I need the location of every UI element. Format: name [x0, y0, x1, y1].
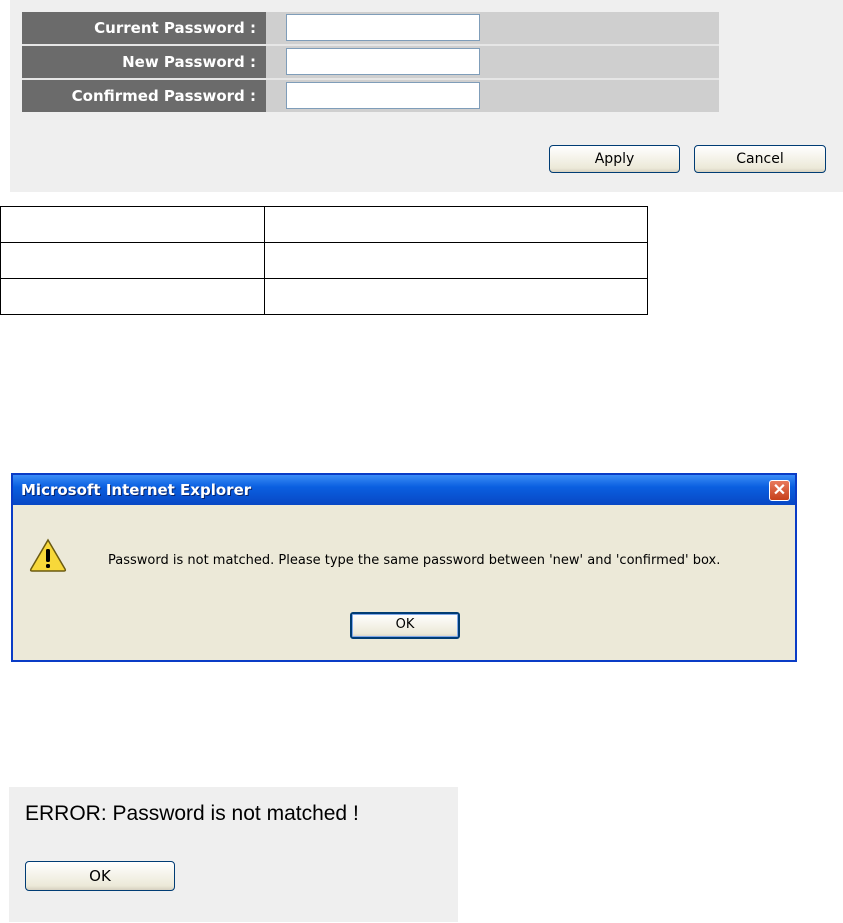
new-password-label: New Password :: [22, 46, 266, 78]
close-icon[interactable]: ✕: [769, 480, 790, 501]
new-password-input[interactable]: [286, 48, 480, 75]
current-password-input[interactable]: [286, 14, 480, 41]
table-cell: [0, 242, 265, 279]
password-panel: Current Password : New Password : Confir…: [10, 0, 843, 192]
table-row: [0, 206, 648, 243]
dialog-title-bar[interactable]: Microsoft Internet Explorer ✕: [13, 475, 795, 505]
current-password-label: Current Password :: [22, 12, 266, 44]
dialog-title: Microsoft Internet Explorer: [21, 481, 252, 499]
confirmed-password-input[interactable]: [286, 82, 480, 109]
dialog-message: Password is not matched. Please type the…: [108, 553, 721, 568]
error-ok-button[interactable]: OK: [25, 861, 175, 891]
warning-icon: [29, 538, 67, 572]
table-cell: [264, 206, 648, 243]
error-panel: ERROR: Password is not matched ! OK: [9, 787, 458, 922]
empty-table: [0, 206, 648, 315]
table-cell: [264, 242, 648, 279]
apply-button[interactable]: Apply: [549, 145, 680, 173]
new-password-row: New Password :: [22, 46, 719, 78]
table-row: [0, 242, 648, 279]
confirmed-password-row: Confirmed Password :: [22, 80, 719, 112]
current-password-row: Current Password :: [22, 12, 719, 44]
cancel-button[interactable]: Cancel: [694, 145, 826, 173]
table-cell: [0, 206, 265, 243]
table-cell: [264, 278, 648, 315]
dialog-ok-button[interactable]: OK: [350, 612, 460, 639]
table-cell: [0, 278, 265, 315]
ie-alert-dialog: Microsoft Internet Explorer ✕ Password i…: [11, 473, 797, 662]
error-message: ERROR: Password is not matched !: [25, 802, 359, 825]
table-row: [0, 278, 648, 315]
confirmed-password-label: Confirmed Password :: [22, 80, 266, 112]
